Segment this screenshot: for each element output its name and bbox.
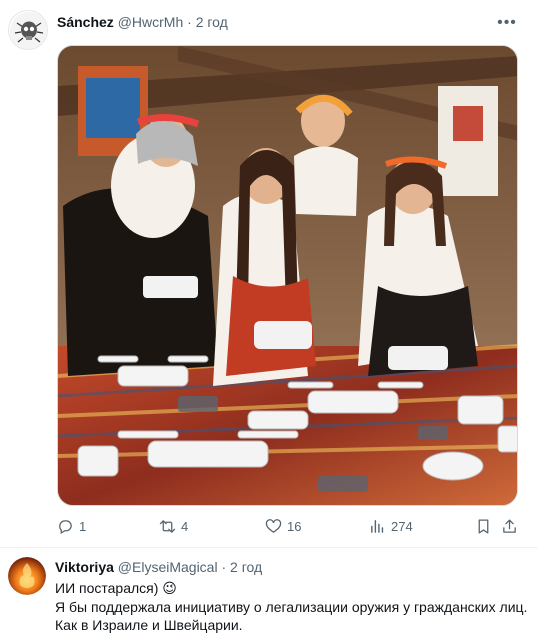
reply-icon: [59, 519, 72, 534]
separator-dot: ·: [221, 559, 227, 575]
timestamp[interactable]: 2 год: [230, 559, 262, 575]
avatar[interactable]: [8, 557, 46, 595]
separator-dot: ·: [187, 14, 192, 30]
reply-count: 1: [79, 518, 87, 534]
author-handle[interactable]: @HwcrMh: [118, 14, 184, 30]
reply-body: ИИ постарался) 😉 Я бы поддержала инициат…: [55, 579, 533, 635]
reply-button[interactable]: 1: [57, 515, 86, 537]
views-button[interactable]: 274: [369, 515, 413, 537]
more-options-icon[interactable]: •••: [496, 12, 518, 34]
author-handle[interactable]: @ElyseiMagical: [118, 559, 218, 575]
tweet-header: Sánchez @HwcrMh · 2 год: [57, 14, 228, 31]
share-icon: [503, 518, 516, 533]
author-name[interactable]: Viktoriya: [55, 559, 114, 575]
image-photo-icon: [58, 46, 517, 505]
retweet-button[interactable]: 4: [159, 515, 188, 537]
avatar[interactable]: [8, 10, 48, 50]
like-button[interactable]: 16: [265, 515, 301, 537]
reply-tweet[interactable]: Viktoriya @ElyseiMagical · 2 год ИИ пост…: [0, 549, 538, 639]
timestamp[interactable]: 2 год: [196, 14, 228, 30]
reply-line: Как в Израиле и Швейцарии.: [55, 617, 243, 633]
bookmark-button[interactable]: [475, 515, 492, 537]
retweet-icon: [159, 519, 176, 533]
reply-line: Я бы поддержала инициативу о легализации…: [55, 598, 528, 615]
skull-avatar-icon: [10, 12, 47, 49]
tweet[interactable]: Sánchez @HwcrMh · 2 год ••• 1 4 16 274: [0, 0, 538, 548]
tweet-actions: 1 4 16 274: [57, 515, 518, 537]
heart-icon: [265, 518, 282, 533]
author-name[interactable]: Sánchez: [57, 14, 114, 30]
tweet-image[interactable]: [57, 45, 518, 506]
like-count: 16: [287, 518, 302, 534]
reply-header: Viktoriya @ElyseiMagical · 2 год: [55, 559, 262, 576]
bookmark-icon: [478, 518, 489, 534]
reply-line: ИИ постарался) 😉: [55, 580, 177, 596]
share-button[interactable]: [501, 515, 518, 537]
analytics-icon: [371, 519, 384, 533]
view-count: 274: [391, 518, 413, 534]
flame-avatar-icon: [8, 557, 46, 595]
retweet-count: 4: [181, 518, 189, 534]
